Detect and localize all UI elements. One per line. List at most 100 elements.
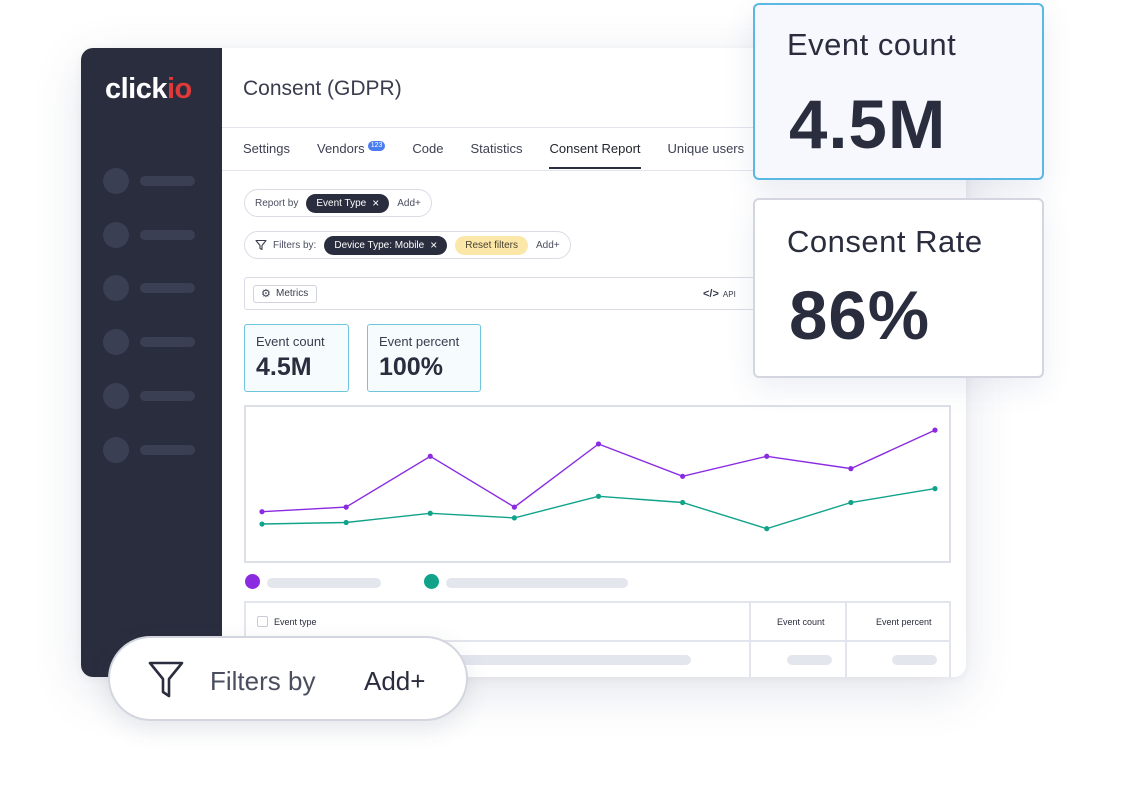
sidebar-item-placeholder[interactable] — [103, 222, 195, 248]
filters-by-label: Filters by — [210, 666, 316, 696]
sidebar: clickio — [81, 48, 222, 677]
tab-settings[interactable]: Settings — [243, 141, 290, 171]
close-icon[interactable]: × — [372, 197, 379, 209]
kpi-label: Event percent — [379, 334, 460, 349]
sidebar-item-icon — [103, 168, 129, 194]
sidebar-item-icon — [103, 329, 129, 355]
report-by-label: Report by — [255, 197, 299, 209]
data-point[interactable] — [595, 493, 602, 499]
data-point[interactable] — [427, 453, 433, 459]
filter-icon — [148, 661, 184, 698]
sidebar-item-label-placeholder — [140, 391, 195, 401]
add-filter-button[interactable]: Add+ — [536, 240, 560, 251]
count-badge: 123 — [367, 141, 386, 151]
tab-label: Statistics — [470, 141, 523, 156]
legend-dot-purple — [245, 574, 260, 589]
tab-label: Code — [412, 141, 444, 156]
column-header-event-percent[interactable]: Event percent — [876, 603, 932, 641]
sidebar-item-label-placeholder — [140, 445, 195, 455]
tab-label: Vendors — [316, 141, 365, 156]
event-count-card: Event count 4.5M — [753, 3, 1044, 180]
tab-code[interactable]: Code — [412, 141, 443, 171]
select-all-checkbox[interactable] — [257, 616, 268, 627]
sidebar-item-placeholder[interactable] — [103, 329, 195, 355]
filter-icon — [255, 239, 267, 251]
sidebar-item-label-placeholder — [140, 176, 195, 186]
logo-text: click — [105, 73, 168, 105]
kpi-label: Event count — [256, 334, 325, 349]
report-by-bar: Report by Event Type × Add+ — [244, 189, 432, 217]
add-filter-button[interactable]: Add+ — [364, 666, 425, 697]
sidebar-item-placeholder[interactable] — [103, 275, 195, 301]
data-point[interactable] — [511, 515, 517, 521]
filters-bar: Filters by: Device Type: Mobile × Reset f… — [244, 231, 571, 259]
sidebar-item-label-placeholder — [140, 230, 195, 240]
sidebar-item-icon — [103, 275, 129, 301]
tab-statistics[interactable]: Statistics — [470, 141, 522, 171]
metrics-label: Metrics — [276, 288, 309, 299]
metrics-button[interactable]: ⚙ Metrics — [253, 285, 318, 303]
gear-icon: ⚙ — [261, 288, 271, 300]
reset-filters-button[interactable]: Reset filters — [455, 235, 529, 255]
legend-label-placeholder — [267, 578, 381, 588]
code-icon: </> — [703, 288, 719, 300]
event-type-chip[interactable]: Event Type × — [306, 193, 390, 213]
filters-by-pill[interactable]: Filters by Add+ — [108, 636, 468, 721]
tab-unique-users[interactable]: Unique users — [668, 141, 745, 171]
data-point[interactable] — [932, 486, 938, 492]
data-point[interactable] — [427, 510, 433, 516]
chip-label: Event Type — [316, 197, 367, 209]
data-point[interactable] — [259, 521, 265, 527]
data-point[interactable] — [343, 504, 349, 510]
clickio-logo[interactable]: clickio — [105, 73, 192, 106]
tab-vendors[interactable]: Vendors 123 — [316, 141, 386, 171]
tab-consent-report[interactable]: Consent Report — [549, 141, 641, 171]
table-cell-placeholder — [446, 655, 691, 665]
sidebar-item-placeholder[interactable] — [103, 437, 195, 463]
api-button[interactable]: </> API — [703, 288, 736, 300]
kpi-event-count[interactable]: Event count 4.5M — [244, 324, 349, 392]
legend-label-placeholder — [446, 578, 628, 588]
sidebar-item-label-placeholder — [140, 337, 195, 347]
sidebar-item-icon — [103, 437, 129, 463]
card-label: Consent Rate — [787, 224, 983, 259]
sidebar-item-label-placeholder — [140, 283, 195, 293]
line-chart — [244, 405, 951, 563]
add-report-by-button[interactable]: Add+ — [397, 198, 421, 209]
page-title: Consent (GDPR) — [243, 77, 402, 100]
chart-canvas — [259, 427, 938, 532]
close-icon[interactable]: × — [430, 239, 437, 251]
data-point[interactable] — [932, 427, 938, 433]
card-label: Event count — [787, 27, 957, 62]
data-point[interactable] — [848, 499, 854, 506]
kpi-value: 4.5M — [256, 353, 312, 381]
column-header-event-count[interactable]: Event count — [777, 603, 825, 641]
device-type-chip[interactable]: Device Type: Mobile × — [324, 235, 448, 255]
data-point[interactable] — [680, 499, 686, 506]
kpi-value: 100% — [379, 353, 443, 381]
api-label: API — [722, 290, 736, 299]
tab-label: Settings — [243, 141, 290, 156]
tab-bar: Settings Vendors 123 Code Statistics Cons… — [243, 141, 771, 171]
data-point[interactable] — [343, 519, 349, 526]
sidebar-item-placeholder[interactable] — [103, 383, 195, 409]
data-point[interactable] — [764, 453, 770, 459]
sidebar-item-placeholder[interactable] — [103, 168, 195, 194]
data-point[interactable] — [595, 441, 602, 447]
table-cell-placeholder — [892, 655, 937, 665]
consent-rate-card: Consent Rate 86% — [753, 198, 1044, 378]
data-point[interactable] — [764, 526, 770, 532]
data-point[interactable] — [511, 504, 517, 510]
card-value: 86% — [789, 277, 931, 354]
legend-dot-green — [424, 574, 439, 589]
data-point[interactable] — [680, 473, 686, 479]
data-point[interactable] — [848, 466, 854, 472]
sidebar-item-icon — [103, 383, 129, 409]
tab-label: Unique users — [667, 141, 745, 156]
kpi-event-percent[interactable]: Event percent 100% — [367, 324, 481, 392]
table-cell-placeholder — [787, 655, 832, 665]
chip-label: Device Type: Mobile — [334, 239, 425, 251]
data-point[interactable] — [259, 509, 265, 515]
card-value: 4.5M — [789, 86, 947, 163]
tab-label: Consent Report — [549, 141, 641, 156]
